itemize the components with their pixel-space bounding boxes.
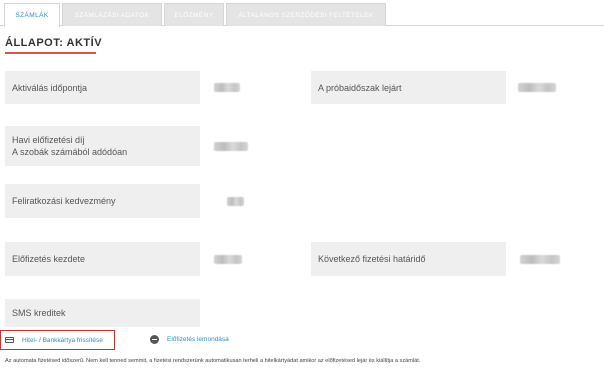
credit-card-icon (5, 337, 14, 343)
sms-credits-label: SMS kreditek (5, 299, 200, 327)
monthly-fee-label-line2: A szobák számából adódóan (12, 147, 128, 157)
auto-payment-note: Az automata fizetésed időszerű. Nem kell… (5, 358, 421, 364)
signup-discount-label: Feliratkozási kedvezmény (5, 184, 200, 218)
update-card-button[interactable]: Hitel- / Bankkártya frissítése (0, 330, 115, 350)
subscription-start-label: Előfizetés kezdete (5, 242, 200, 276)
trial-end-label: A próbaidőszak lejárt (311, 71, 506, 104)
status-underline (5, 52, 96, 54)
tab-invoices[interactable]: SZÁMLÁK (4, 3, 60, 27)
signup-discount-value (200, 184, 290, 218)
trial-end-value (506, 71, 596, 104)
next-payment-label: Következő fizetési határidő (311, 242, 506, 276)
subscription-start-value (200, 242, 290, 276)
monthly-fee-value (200, 126, 290, 166)
tab-history[interactable]: ELŐZMÉNY (164, 3, 224, 26)
activation-date-value (200, 71, 290, 104)
monthly-fee-label: Havi előfizetési díj A szobák számából a… (5, 126, 200, 166)
monthly-fee-label-line1: Havi előfizetési díj (12, 135, 85, 145)
tab-terms[interactable]: ÁLTALÁNOS SZERZŐDÉSI FELTÉTELEK (226, 3, 386, 26)
activation-date-label: Aktiválás időpontja (5, 71, 200, 104)
minus-circle-icon (150, 335, 159, 344)
cancel-subscription-link[interactable]: Előfizetés lemondása (167, 336, 229, 343)
tab-bar: SZÁMLÁK SZÁMLÁZÁSI ADATOK ELŐZMÉNY ÁLTAL… (0, 0, 604, 27)
update-card-link[interactable]: Hitel- / Bankkártya frissítése (22, 337, 103, 344)
tab-billing-details[interactable]: SZÁMLÁZÁSI ADATOK (62, 3, 162, 26)
next-payment-value (506, 242, 596, 276)
cancel-subscription-button[interactable]: Előfizetés lemondása (150, 335, 229, 344)
status-title: ÁLLAPOT: AKTÍV (5, 37, 103, 49)
